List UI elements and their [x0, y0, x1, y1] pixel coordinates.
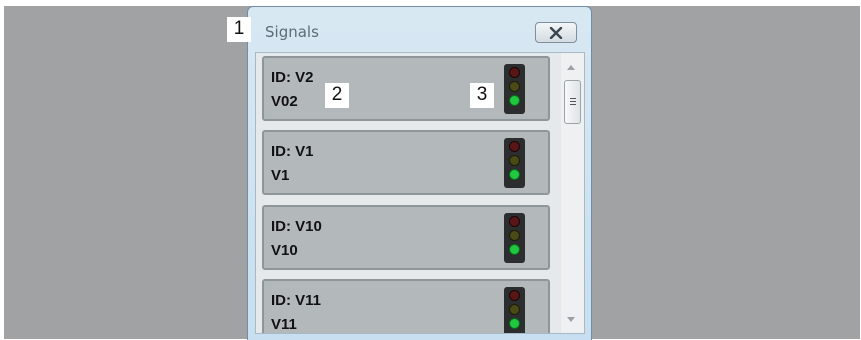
traffic-light-icon [504, 138, 525, 188]
vertical-scrollbar[interactable] [561, 53, 584, 333]
green-lamp [509, 318, 520, 329]
red-lamp [509, 141, 520, 152]
red-lamp [509, 216, 520, 227]
signal-id: ID: V10 [271, 218, 322, 235]
green-lamp [509, 169, 520, 180]
traffic-light-icon [504, 64, 525, 114]
signal-id: ID: V11 [271, 292, 322, 309]
yellow-lamp [509, 155, 520, 166]
grip-line [570, 104, 576, 105]
grip-line [570, 101, 576, 102]
scroll-thumb[interactable] [564, 80, 581, 124]
grip-line [570, 98, 576, 99]
yellow-lamp [509, 230, 520, 241]
signal-name: V11 [271, 316, 297, 333]
signal-card-v2[interactable]: ID: V2 V02 [262, 56, 550, 121]
green-lamp [509, 95, 520, 106]
signal-list: ID: V2 V02 ID: V1 V1 ID: V10 V10 ID: V11… [255, 52, 585, 334]
scroll-up-arrow-icon[interactable] [567, 65, 575, 70]
signal-name: V02 [271, 93, 298, 110]
yellow-lamp [509, 81, 520, 92]
callout-1: 1 [227, 17, 251, 42]
traffic-light-icon [504, 287, 525, 333]
traffic-light-icon [504, 213, 525, 263]
signal-id: ID: V1 [271, 143, 314, 160]
signal-id: ID: V2 [271, 69, 314, 86]
red-lamp [509, 290, 520, 301]
close-icon [549, 26, 563, 39]
scroll-down-arrow-icon[interactable] [567, 317, 575, 322]
signals-window: Signals ID: V2 V02 ID: V1 V1 ID: V10 V10… [247, 6, 592, 340]
red-lamp [509, 67, 520, 78]
callout-3: 3 [470, 83, 494, 108]
window-title: Signals [265, 23, 319, 41]
signal-name: V10 [271, 242, 298, 259]
signal-card-v11[interactable]: ID: V11 V11 [262, 279, 550, 333]
signal-name: V1 [271, 167, 290, 184]
close-button[interactable] [535, 22, 577, 43]
callout-2: 2 [325, 83, 349, 108]
signal-card-v1[interactable]: ID: V1 V1 [262, 130, 550, 195]
green-lamp [509, 244, 520, 255]
signal-card-v10[interactable]: ID: V10 V10 [262, 205, 550, 270]
yellow-lamp [509, 304, 520, 315]
